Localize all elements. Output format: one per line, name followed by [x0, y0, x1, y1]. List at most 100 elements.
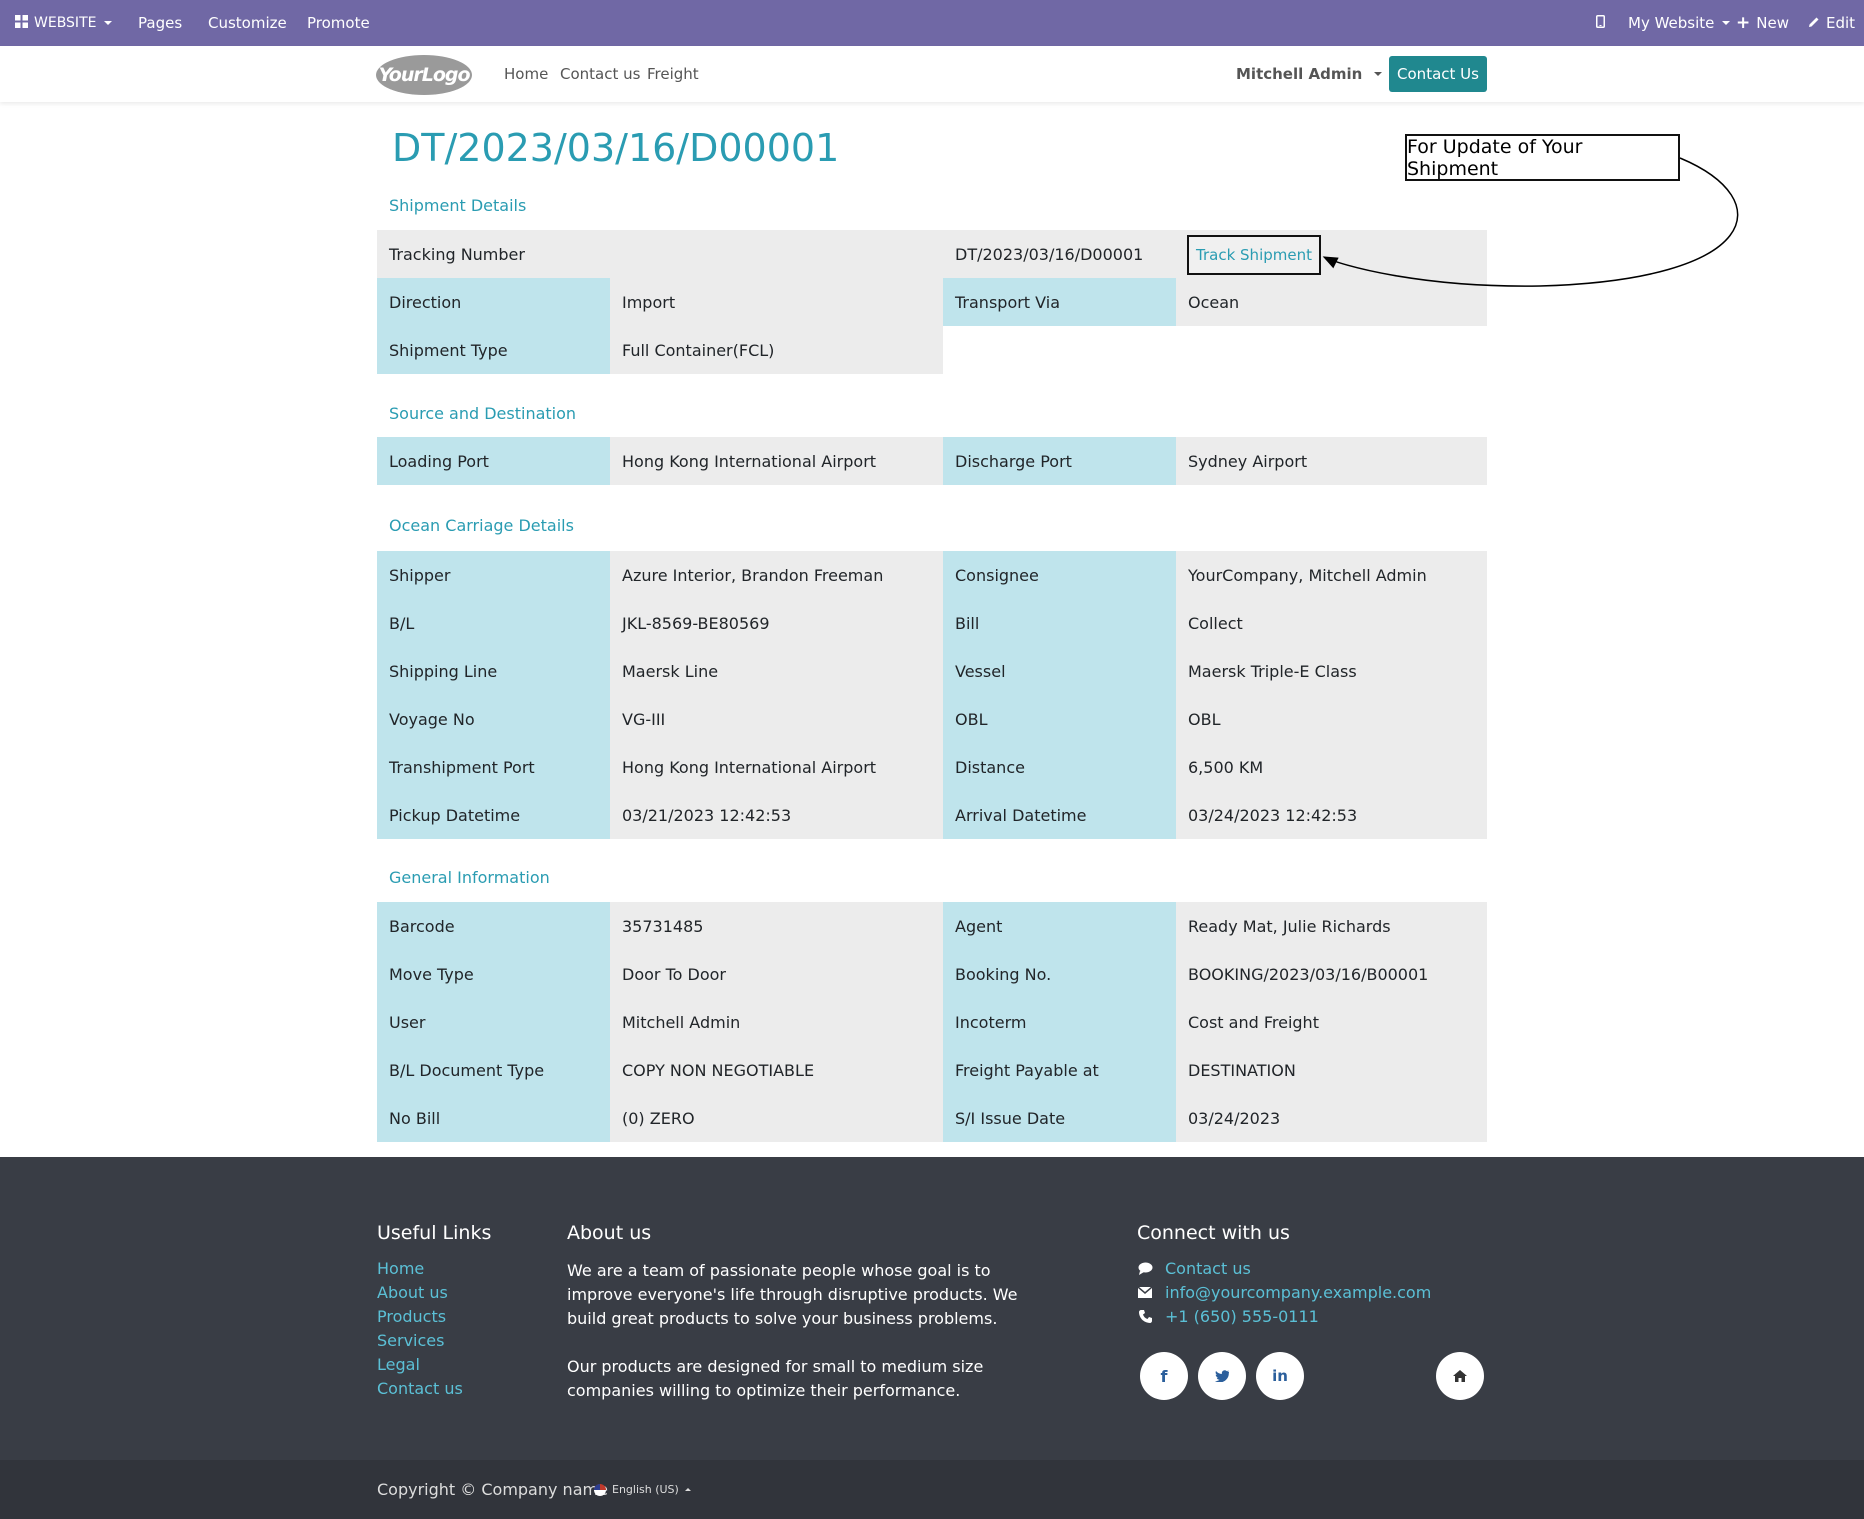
my-website-menu[interactable]: My Website [1628, 0, 1731, 46]
field-value: Azure Interior, Brandon Freeman [610, 551, 943, 599]
field-value: BOOKING/2023/03/16/B00001 [1176, 950, 1487, 998]
field-label: S/I Issue Date [943, 1094, 1176, 1142]
table-row: Shipper Azure Interior, Brandon Freeman Co… [377, 551, 1487, 599]
us-flag-icon [594, 1483, 606, 1496]
envelope-icon [1137, 1285, 1153, 1301]
field-label: No Bill [377, 1094, 610, 1142]
admin-bar: WEBSITE Pages Customize Promote My Websi… [0, 0, 1864, 46]
apps-grid-icon [15, 14, 28, 32]
section-title-ocean: Ocean Carriage Details [389, 516, 574, 535]
footer-phone-link[interactable]: +1 (650) 555-0111 [1137, 1307, 1319, 1326]
comment-icon [1137, 1261, 1153, 1277]
home-social-button[interactable] [1436, 1352, 1484, 1400]
field-value: 03/24/2023 12:42:53 [1176, 791, 1487, 839]
pages-menu[interactable]: Pages [138, 0, 182, 46]
user-menu[interactable]: Mitchell Admin [1236, 46, 1383, 102]
customize-label: Customize [208, 14, 287, 32]
footer-link[interactable]: Services [377, 1331, 444, 1350]
table-row: No Bill (0) ZERO S/I Issue Date 03/24/2023 [377, 1094, 1487, 1142]
mobile-preview-button[interactable] [1596, 0, 1605, 46]
direction-label: Direction [377, 278, 610, 326]
table-row: B/L JKL-8569-BE80569 Bill Collect [377, 599, 1487, 647]
footer-link[interactable]: Home [377, 1259, 424, 1278]
phone-icon [1137, 1309, 1153, 1325]
table-row: B/L Document Type COPY NON NEGOTIABLE Frei… [377, 1046, 1487, 1094]
footer-useful-links-title: Useful Links [377, 1222, 492, 1244]
facebook-icon: f [1160, 1366, 1168, 1386]
shipment-type-value: Full Container(FCL) [610, 326, 943, 374]
new-button[interactable]: + New [1736, 0, 1789, 46]
field-label: Barcode [377, 902, 610, 950]
field-value: Maersk Triple-E Class [1176, 647, 1487, 695]
customize-menu[interactable]: Customize [208, 0, 287, 46]
linkedin-button[interactable]: in [1256, 1352, 1304, 1400]
field-value: YourCompany, Mitchell Admin [1176, 551, 1487, 599]
field-label: Arrival Datetime [943, 791, 1176, 839]
tracking-number-label: Tracking Number [377, 230, 943, 278]
field-label: Consignee [943, 551, 1176, 599]
copyright-text: Copyright © Company name [377, 1480, 608, 1499]
mobile-icon [1596, 14, 1605, 32]
table-row: Move Type Door To Door Booking No. BOOKING/… [377, 950, 1487, 998]
footer-phone: +1 (650) 555-0111 [1165, 1307, 1319, 1326]
discharge-port-value: Sydney Airport [1176, 437, 1487, 485]
field-label: Pickup Datetime [377, 791, 610, 839]
website-menu-label: WEBSITE [34, 15, 97, 31]
nav-home[interactable]: Home [504, 46, 548, 102]
field-value: Collect [1176, 599, 1487, 647]
facebook-button[interactable]: f [1140, 1352, 1188, 1400]
twitter-button[interactable] [1198, 1352, 1246, 1400]
table-row: Pickup Datetime 03/21/2023 12:42:53 Arriva… [377, 791, 1487, 839]
nav-freight[interactable]: Freight [647, 46, 699, 102]
field-value: Maersk Line [610, 647, 943, 695]
footer-link[interactable]: Legal [377, 1355, 420, 1374]
nav-freight-label: Freight [647, 65, 699, 83]
footer: Useful Links Home About us Products Service… [0, 1157, 1864, 1460]
table-row: Shipping Line Maersk Line Vessel Maersk Tri… [377, 647, 1487, 695]
contact-us-label: Contact Us [1397, 65, 1479, 83]
callout-annotation: For Update of Your Shipment [1405, 134, 1680, 181]
table-row: Barcode 35731485 Agent Ready Mat, Julie Ric… [377, 902, 1487, 950]
field-label: Incoterm [943, 998, 1176, 1046]
field-value: DESTINATION [1176, 1046, 1487, 1094]
field-value: OBL [1176, 695, 1487, 743]
company-logo[interactable]: YourLogo [376, 55, 472, 95]
loading-port-label: Loading Port [377, 437, 610, 485]
field-label: Agent [943, 902, 1176, 950]
footer-link[interactable]: Contact us [377, 1379, 463, 1398]
page-title: DT/2023/03/16/D00001 [392, 126, 840, 170]
edit-button[interactable]: Edit [1808, 0, 1855, 46]
nav-contact-us[interactable]: Contact us [560, 46, 640, 102]
field-label: Shipping Line [377, 647, 610, 695]
direction-value: Import [610, 278, 943, 326]
field-label: Move Type [377, 950, 610, 998]
my-website-label: My Website [1628, 14, 1715, 32]
field-label: OBL [943, 695, 1176, 743]
field-value: Cost and Freight [1176, 998, 1487, 1046]
promote-menu[interactable]: Promote [307, 0, 370, 46]
section-title-shipment: Shipment Details [389, 196, 527, 215]
field-label: Vessel [943, 647, 1176, 695]
language-label: English (US) [612, 1483, 679, 1496]
field-label: Voyage No [377, 695, 610, 743]
footer-about-paragraph-1: We are a team of passionate people whose… [567, 1261, 1018, 1328]
contact-us-button[interactable]: Contact Us [1389, 56, 1487, 92]
transport-label: Transport Via [943, 278, 1176, 326]
field-label: Booking No. [943, 950, 1176, 998]
section-title-source: Source and Destination [389, 404, 577, 423]
footer-about-paragraph-2: Our products are designed for small to m… [567, 1357, 984, 1400]
field-value: VG-III [610, 695, 943, 743]
logo-text: YourLogo [378, 64, 470, 86]
footer-link[interactable]: Products [377, 1307, 446, 1326]
footer-about-title: About us [567, 1222, 652, 1244]
footer-contact-link[interactable]: Contact us [1137, 1259, 1251, 1278]
language-selector[interactable]: English (US) [594, 1460, 691, 1519]
footer-link[interactable]: About us [377, 1283, 448, 1302]
chevron-down-icon [1722, 21, 1731, 25]
field-value: Door To Door [610, 950, 943, 998]
footer-connect-title: Connect with us [1137, 1222, 1290, 1244]
website-menu[interactable]: WEBSITE [15, 0, 113, 46]
footer-email-link[interactable]: info@yourcompany.example.com [1137, 1283, 1431, 1302]
track-shipment-button[interactable]: Track Shipment [1187, 235, 1321, 275]
shipment-type-label: Shipment Type [377, 326, 610, 374]
